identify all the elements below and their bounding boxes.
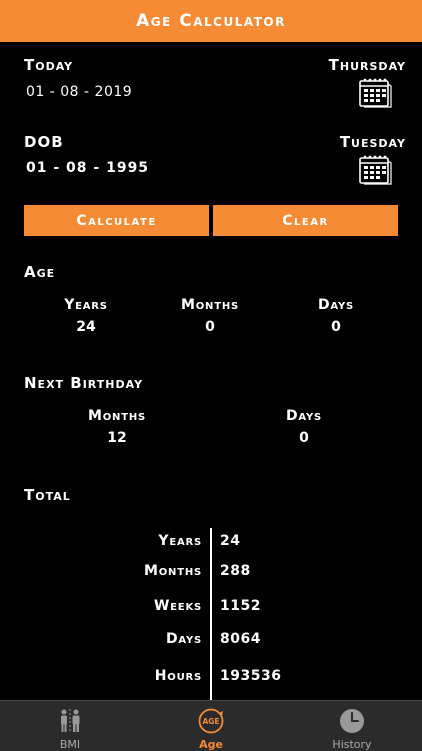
total-hours-label: Hours xyxy=(154,668,202,684)
clear-button[interactable]: Clear xyxy=(213,205,398,236)
tab-bmi-label: BMI xyxy=(59,738,81,751)
age-icon-text: AGE xyxy=(202,717,219,726)
calendar-icon xyxy=(359,155,392,185)
calculate-button[interactable]: Calculate xyxy=(24,205,209,236)
age-icon: AGE xyxy=(198,708,224,734)
total-divider xyxy=(210,528,212,700)
next-birthday-days-value: 0 xyxy=(299,430,309,446)
today-label: Today xyxy=(24,56,74,74)
total-years-label: Years xyxy=(158,533,202,549)
age-years-label: Years xyxy=(64,297,108,313)
tab-age-label: Age xyxy=(199,738,223,751)
dob-weekday: Tuesday xyxy=(339,133,406,151)
age-months-label: Months xyxy=(181,297,239,313)
total-weeks-label: Weeks xyxy=(153,598,202,614)
total-weeks-value: 1152 xyxy=(220,598,261,614)
bmi-people-icon xyxy=(61,709,80,733)
tab-bmi[interactable]: BMI xyxy=(0,701,140,751)
total-days-value: 8064 xyxy=(220,631,261,647)
app-header: Age Calculator xyxy=(0,0,422,42)
age-section-title: Age xyxy=(24,263,56,281)
age-months-value: 0 xyxy=(205,319,215,335)
next-birthday-title: Next Birthday xyxy=(24,374,144,392)
total-section-title: Total xyxy=(24,486,71,504)
age-days-value: 0 xyxy=(331,319,341,335)
today-calendar-button[interactable] xyxy=(358,76,392,112)
page-title: Age Calculator xyxy=(136,11,286,31)
total-hours-value: 193536 xyxy=(220,668,282,684)
age-days-label: Days xyxy=(317,297,355,313)
tab-bar: BMI AGE Age History xyxy=(0,700,422,751)
total-months-label: Months xyxy=(144,563,202,579)
clock-icon xyxy=(340,709,364,733)
total-days-label: Days xyxy=(165,631,202,647)
dob-calendar-button[interactable] xyxy=(358,153,392,189)
total-months-value: 288 xyxy=(220,563,251,579)
tab-history[interactable]: History xyxy=(282,701,422,751)
next-birthday-months-value: 12 xyxy=(107,430,127,446)
dob-label: DOB xyxy=(24,133,64,151)
next-birthday-days-label: Days xyxy=(285,408,323,424)
tab-history-label: History xyxy=(332,738,372,751)
age-years-value: 24 xyxy=(76,319,96,335)
next-birthday-months-label: Months xyxy=(88,408,146,424)
dob-date[interactable]: 01 - 08 - 1995 xyxy=(26,160,149,176)
tab-age[interactable]: AGE Age xyxy=(141,701,281,751)
today-weekday: Thursday xyxy=(328,56,406,74)
total-years-value: 24 xyxy=(220,533,241,549)
today-date[interactable]: 01 - 08 - 2019 xyxy=(26,84,132,100)
calendar-icon xyxy=(359,78,392,108)
